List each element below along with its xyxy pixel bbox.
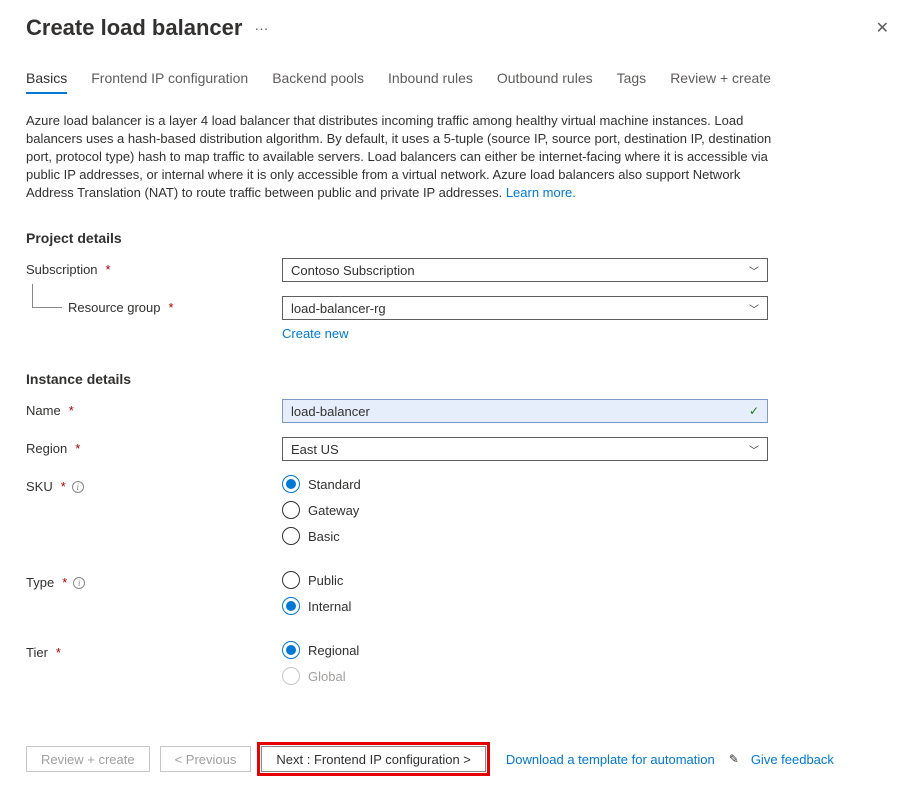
radio-icon xyxy=(282,571,300,589)
required-asterisk: * xyxy=(61,479,66,494)
learn-more-link[interactable]: Learn more. xyxy=(506,185,576,200)
resource-group-value: load-balancer-rg xyxy=(291,301,386,316)
chevron-down-icon: ﹀ xyxy=(749,263,759,278)
footer-bar: Review + create < Previous Next : Fronte… xyxy=(26,732,893,790)
type-option-public[interactable]: Public xyxy=(282,571,768,589)
subscription-value: Contoso Subscription xyxy=(291,263,415,278)
download-template-link[interactable]: Download a template for automation xyxy=(506,752,715,767)
check-icon: ✓ xyxy=(749,404,759,418)
page-title: Create load balancer xyxy=(26,15,242,41)
radio-label: Basic xyxy=(308,529,340,544)
label-resource-group-text: Resource group xyxy=(68,300,161,315)
next-button[interactable]: Next : Frontend IP configuration > xyxy=(261,746,486,772)
sku-option-basic[interactable]: Basic xyxy=(282,527,768,545)
tree-connector-icon xyxy=(32,284,62,308)
tier-option-regional[interactable]: Regional xyxy=(282,641,768,659)
give-feedback-link[interactable]: Give feedback xyxy=(751,752,834,767)
tier-option-global: Global xyxy=(282,667,768,685)
resource-group-select[interactable]: load-balancer-rg ﹀ xyxy=(282,296,768,320)
label-subscription: Subscription * xyxy=(26,258,282,277)
label-region-text: Region xyxy=(26,441,67,456)
panel-header: Create load balancer ··· ✕ xyxy=(26,14,893,42)
name-value: load-balancer xyxy=(291,404,370,419)
description-text: Azure load balancer is a layer 4 load ba… xyxy=(26,112,786,202)
info-icon[interactable]: i xyxy=(72,481,84,493)
create-new-link[interactable]: Create new xyxy=(282,326,348,341)
radio-icon xyxy=(282,667,300,685)
close-icon[interactable]: ✕ xyxy=(872,14,893,42)
tab-bar: Basics Frontend IP configuration Backend p… xyxy=(26,70,893,94)
radio-label: Global xyxy=(308,669,346,684)
tab-frontend[interactable]: Frontend IP configuration xyxy=(91,70,248,94)
radio-label: Gateway xyxy=(308,503,359,518)
label-tier: Tier * xyxy=(26,641,282,660)
radio-icon xyxy=(282,501,300,519)
required-asterisk: * xyxy=(106,262,111,277)
label-name-text: Name xyxy=(26,403,61,418)
label-sku-text: SKU xyxy=(26,479,53,494)
tab-inbound[interactable]: Inbound rules xyxy=(388,70,473,94)
radio-icon xyxy=(282,475,300,493)
label-tier-text: Tier xyxy=(26,645,48,660)
sku-radio-group: Standard Gateway Basic xyxy=(282,475,768,545)
label-resource-group: Resource group * xyxy=(26,296,282,315)
radio-icon xyxy=(282,641,300,659)
tab-review[interactable]: Review + create xyxy=(670,70,771,94)
tab-backend[interactable]: Backend pools xyxy=(272,70,364,94)
radio-label: Public xyxy=(308,573,343,588)
region-value: East US xyxy=(291,442,339,457)
label-region: Region * xyxy=(26,437,282,456)
info-icon[interactable]: i xyxy=(73,577,85,589)
tier-radio-group: Regional Global xyxy=(282,641,768,685)
required-asterisk: * xyxy=(75,441,80,456)
required-asterisk: * xyxy=(69,403,74,418)
section-project-details: Project details xyxy=(26,230,893,246)
sku-option-gateway[interactable]: Gateway xyxy=(282,501,768,519)
radio-icon xyxy=(282,597,300,615)
description-body: Azure load balancer is a layer 4 load ba… xyxy=(26,113,771,200)
radio-icon xyxy=(282,527,300,545)
region-select[interactable]: East US ﹀ xyxy=(282,437,768,461)
more-actions-ellipsis[interactable]: ··· xyxy=(254,20,268,36)
tab-outbound[interactable]: Outbound rules xyxy=(497,70,593,94)
radio-label: Internal xyxy=(308,599,351,614)
previous-button[interactable]: < Previous xyxy=(160,746,252,772)
tab-tags[interactable]: Tags xyxy=(617,70,647,94)
sku-option-standard[interactable]: Standard xyxy=(282,475,768,493)
label-type-text: Type xyxy=(26,575,54,590)
radio-label: Standard xyxy=(308,477,361,492)
type-option-internal[interactable]: Internal xyxy=(282,597,768,615)
radio-label: Regional xyxy=(308,643,359,658)
required-asterisk: * xyxy=(56,645,61,660)
feedback-icon: ✎ xyxy=(729,752,739,766)
label-type: Type * i xyxy=(26,571,282,590)
chevron-down-icon: ﹀ xyxy=(749,301,759,316)
required-asterisk: * xyxy=(169,300,174,315)
tab-basics[interactable]: Basics xyxy=(26,70,67,94)
section-instance-details: Instance details xyxy=(26,371,893,387)
label-name: Name * xyxy=(26,399,282,418)
subscription-select[interactable]: Contoso Subscription ﹀ xyxy=(282,258,768,282)
review-create-button[interactable]: Review + create xyxy=(26,746,150,772)
label-subscription-text: Subscription xyxy=(26,262,98,277)
name-input[interactable]: load-balancer ✓ xyxy=(282,399,768,423)
chevron-down-icon: ﹀ xyxy=(749,442,759,457)
label-sku: SKU * i xyxy=(26,475,282,494)
type-radio-group: Public Internal xyxy=(282,571,768,615)
required-asterisk: * xyxy=(62,575,67,590)
